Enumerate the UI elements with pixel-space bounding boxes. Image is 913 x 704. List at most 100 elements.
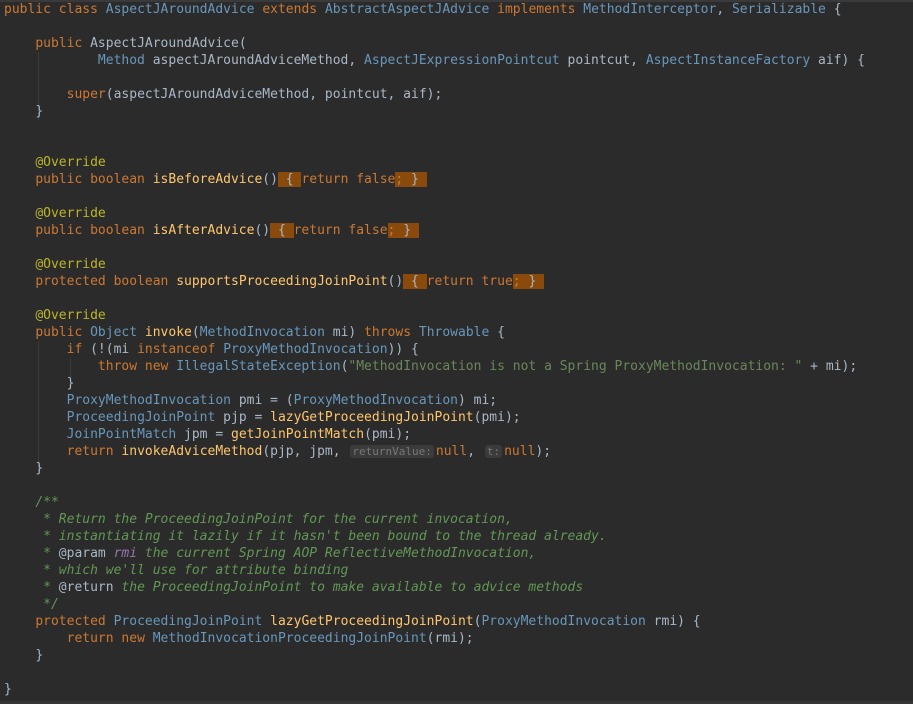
expression: (pmi); bbox=[364, 427, 412, 442]
punctuation: { bbox=[833, 2, 842, 17]
expression: (pmi); bbox=[473, 410, 521, 425]
param-name: rmi bbox=[653, 614, 678, 629]
code-line-jpm[interactable]: JoinPointMatch jpm = getJoinPointMatch(p… bbox=[4, 426, 411, 443]
keyword: super bbox=[66, 87, 106, 102]
keyword: false bbox=[356, 172, 396, 187]
code-line-lazy-get-signature[interactable]: protected ProceedingJoinPoint lazyGetPro… bbox=[4, 613, 700, 630]
punctuation: () bbox=[262, 172, 278, 187]
code-line-class-close[interactable]: } bbox=[4, 681, 12, 698]
doc-comment: the current Spring AOP ReflectiveMethodI… bbox=[137, 546, 537, 561]
punctuation: ; bbox=[512, 274, 521, 289]
code-line-is-before-advice[interactable]: public boolean isBeforeAdvice() { return… bbox=[4, 171, 427, 188]
doc-tag: @return bbox=[58, 580, 114, 595]
type-name: ProxyMethodInvocation bbox=[293, 393, 458, 408]
punctuation: { bbox=[411, 274, 419, 289]
code-line-doc-comment[interactable]: * @return the ProceedingJoinPoint to mak… bbox=[4, 579, 583, 596]
code-line-annotation[interactable]: @Override bbox=[4, 307, 105, 324]
code-line-close-brace[interactable]: } bbox=[4, 460, 43, 477]
folded-brace-highlight[interactable]: { bbox=[270, 223, 294, 238]
type-name: Throwable bbox=[418, 325, 490, 340]
code-line-close-brace[interactable]: } bbox=[4, 103, 43, 120]
type-name: MethodInvocation bbox=[199, 325, 325, 340]
code-line-doc-comment[interactable]: * which we'll use for attribute binding bbox=[4, 562, 348, 579]
code-line-doc-comment[interactable]: * @param rmi the current Spring AOP Refl… bbox=[4, 545, 536, 562]
code-line-class-declaration[interactable]: public class AspectJAroundAdvice extends… bbox=[4, 1, 842, 18]
type-name: AbstractAspectJAdvice bbox=[324, 2, 490, 17]
punctuation: } bbox=[66, 376, 75, 391]
keyword: if bbox=[66, 342, 83, 357]
type-name: Object bbox=[90, 325, 138, 340]
code-line-annotation[interactable]: @Override bbox=[4, 205, 106, 222]
code-line-invoke-signature[interactable]: public Object invoke(MethodInvocation mi… bbox=[4, 324, 505, 341]
doc-comment: */ bbox=[35, 597, 59, 612]
folded-brace-highlight[interactable]: { bbox=[277, 172, 302, 187]
keyword: throw new bbox=[97, 359, 169, 374]
code-line-doc-comment[interactable]: * instantiating it lazily if it hasn't b… bbox=[4, 528, 607, 545]
keyword: protected bbox=[35, 614, 106, 629]
expression: pmi = ( bbox=[231, 393, 294, 408]
method-name: lazyGetProceedingJoinPoint bbox=[270, 614, 474, 629]
keyword: instanceof bbox=[137, 342, 216, 357]
punctuation: ( bbox=[191, 325, 200, 340]
keyword: return bbox=[426, 274, 474, 289]
annotation: @Override bbox=[35, 155, 106, 170]
annotation: @Override bbox=[35, 206, 106, 221]
type-name: JoinPointMatch bbox=[66, 427, 177, 442]
code-line-constructor[interactable]: public AspectJAroundAdvice( bbox=[4, 35, 246, 52]
code-line-if-check[interactable]: if (!(mi instanceof ProxyMethodInvocatio… bbox=[4, 341, 419, 358]
expression: + mi); bbox=[802, 359, 858, 374]
method-call: invokeAdviceMethod bbox=[121, 444, 263, 459]
punctuation: () bbox=[387, 274, 404, 289]
code-line-close-brace[interactable]: } bbox=[4, 375, 75, 392]
constructor-name: AspectJAroundAdvice bbox=[90, 36, 239, 51]
keyword: return bbox=[301, 172, 349, 187]
keyword: throws bbox=[364, 325, 412, 340]
type-name: ProxyMethodInvocation bbox=[481, 614, 646, 629]
folded-brace-highlight[interactable]: { bbox=[403, 274, 427, 289]
code-line-doc-comment[interactable]: /** bbox=[4, 494, 58, 511]
expression: jpm = bbox=[176, 427, 231, 442]
doc-comment: * bbox=[35, 546, 59, 561]
param-name: aif bbox=[818, 53, 842, 68]
punctuation: } bbox=[411, 172, 419, 187]
punctuation: ; bbox=[387, 223, 396, 238]
keyword: extends bbox=[262, 2, 318, 17]
code-line-return-invoke[interactable]: return invokeAdviceMethod(pjp, jpm, retu… bbox=[4, 443, 551, 460]
code-line-annotation[interactable]: @Override bbox=[4, 256, 105, 273]
folded-brace-highlight[interactable]: ; } bbox=[395, 172, 427, 187]
punctuation: { bbox=[285, 172, 294, 187]
code-line-throw[interactable]: throw new IllegalStateException("MethodI… bbox=[4, 358, 857, 375]
code-line-doc-comment[interactable]: */ bbox=[4, 596, 59, 613]
keyword: public boolean bbox=[35, 223, 145, 238]
keyword: return new bbox=[66, 631, 145, 646]
punctuation: , bbox=[716, 2, 725, 17]
type-name: ProxyMethodInvocation bbox=[66, 393, 231, 408]
code-line-doc-comment[interactable]: * Return the ProceedingJoinPoint for the… bbox=[4, 511, 513, 528]
code-line-constructor-params[interactable]: Method aspectJAroundAdviceMethod, Aspect… bbox=[4, 52, 865, 69]
punctuation: { bbox=[497, 325, 505, 340]
code-line-pmi[interactable]: ProxyMethodInvocation pmi = (ProxyMethod… bbox=[4, 392, 498, 409]
code-line-super-call[interactable]: super(aspectJAroundAdviceMethod, pointcu… bbox=[4, 86, 443, 103]
code-line-is-after-advice[interactable]: public boolean isAfterAdvice() { return … bbox=[4, 222, 419, 239]
type-name: AspectInstanceFactory bbox=[645, 53, 811, 68]
code-line-supports-proceeding-join-point[interactable]: protected boolean supportsProceedingJoin… bbox=[4, 273, 545, 290]
parameter-hint: returnValue: bbox=[350, 445, 434, 458]
expression: pjp = bbox=[215, 410, 271, 425]
doc-tag: @param bbox=[58, 546, 106, 561]
code-line-lazy-return[interactable]: return new MethodInvocationProceedingJoi… bbox=[4, 630, 474, 647]
code-line-close-brace[interactable]: } bbox=[4, 647, 43, 664]
code-line-pjp[interactable]: ProceedingJoinPoint pjp = lazyGetProceed… bbox=[4, 409, 521, 426]
type-name: MethodInvocationProceedingJoinPoint bbox=[152, 631, 427, 646]
folded-brace-highlight[interactable]: ; } bbox=[387, 223, 419, 238]
folded-brace-highlight[interactable]: ; } bbox=[512, 274, 545, 289]
doc-comment: * which we'll use for attribute binding bbox=[35, 563, 349, 578]
expression: (!(mi bbox=[90, 342, 130, 357]
doc-comment: the ProceedingJoinPoint to make availabl… bbox=[113, 580, 584, 595]
code-editor[interactable]: public class AspectJAroundAdvice extends… bbox=[0, 0, 913, 704]
param-name: pointcut bbox=[567, 53, 631, 68]
type-name: MethodInterceptor bbox=[583, 2, 717, 17]
code-line-annotation[interactable]: @Override bbox=[4, 154, 106, 171]
doc-param-name: rmi bbox=[105, 546, 138, 561]
punctuation: ; bbox=[395, 172, 404, 187]
keyword: protected boolean bbox=[35, 274, 169, 289]
